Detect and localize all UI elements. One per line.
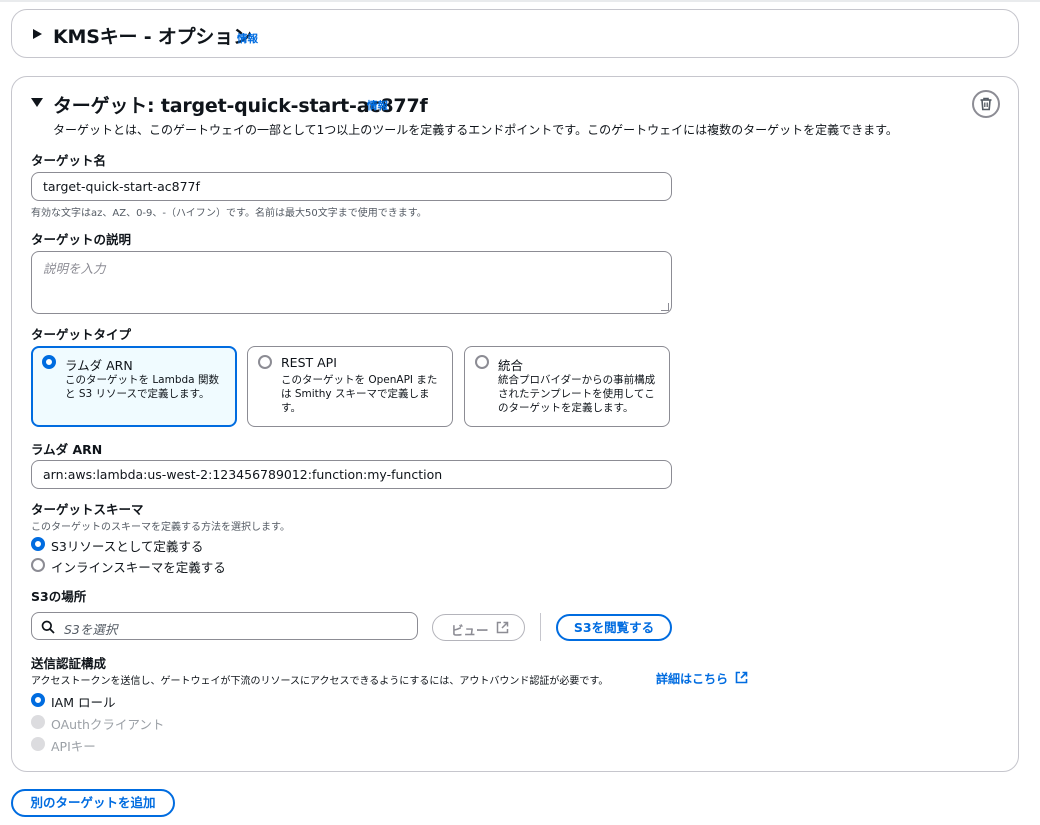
tile-description: 統合プロバイダーからの事前構成されたテンプレートを使用してこのターゲットを定義し… <box>498 374 656 414</box>
kms-key-panel: KMSキー - オプション 情報 <box>11 9 1019 58</box>
target-name-input[interactable]: target-quick-start-ac877f <box>31 172 672 201</box>
target-description-label: ターゲットの説明 <box>31 232 132 247</box>
remove-target-button[interactable] <box>972 90 1000 118</box>
radio-disabled-icon <box>31 715 45 729</box>
s3-search-placeholder: S3を選択 <box>64 622 118 637</box>
radio-selected-icon[interactable] <box>31 693 45 707</box>
target-schema-label: ターゲットスキーマ <box>31 502 144 517</box>
radio-selected-icon[interactable] <box>42 355 56 369</box>
external-link-icon <box>496 621 509 634</box>
target-name-hint: 有効な文字はaz、AZ、0-9、-（ハイフン）です。名前は最大50文字まで使用で… <box>31 208 427 219</box>
external-link-icon[interactable] <box>735 671 748 684</box>
kms-section-title[interactable]: KMSキー - オプション <box>53 22 252 49</box>
target-type-label: ターゲットタイプ <box>31 327 132 342</box>
option-label: IAM ロール <box>51 695 116 710</box>
option-label: インラインスキーマを定義する <box>51 560 226 575</box>
outbound-auth-hint: アクセストークンを送信し、ゲートウェイが下流のリソースにアクセスできるようにする… <box>31 676 609 687</box>
s3-location-label: S3の場所 <box>31 589 87 604</box>
lambda-arn-input[interactable]: arn:aws:lambda:us-west-2:123456789012:fu… <box>31 460 672 489</box>
learn-more-link[interactable]: 詳細はこちら <box>656 670 728 687</box>
radio-disabled-icon <box>31 737 45 751</box>
browse-s3-button[interactable]: S3を閲覧する <box>556 614 672 641</box>
top-divider <box>0 0 1040 2</box>
option-label: S3リソースとして定義する <box>51 539 204 554</box>
target-description-textarea[interactable]: 説明を入力 <box>31 251 672 314</box>
radio-selected-icon[interactable] <box>31 537 45 551</box>
tile-title: ラムダ ARN <box>65 358 133 373</box>
target-schema-hint: このターゲットのスキーマを定義する方法を選択します。 <box>31 522 290 533</box>
kms-info-link[interactable]: 情報 <box>237 31 258 46</box>
target-panel: ターゲット: target-quick-start-ac877f 情報 ターゲッ… <box>11 76 1019 772</box>
add-another-target-button[interactable]: 別のターゲットを追加 <box>11 789 175 817</box>
target-type-integration-tile[interactable]: 統合 統合プロバイダーからの事前構成されたテンプレートを使用してこのターゲットを… <box>464 346 670 427</box>
target-type-lambda-tile[interactable]: ラムダ ARN このターゲットを Lambda 関数と S3 リソースで定義しま… <box>31 346 237 427</box>
outbound-auth-label: 送信認証構成 <box>31 656 107 671</box>
option-label: OAuthクライアント <box>51 717 165 732</box>
s3-search-input[interactable]: S3を選択 <box>31 612 418 640</box>
view-button-label: ビュー <box>451 623 489 638</box>
target-info-link[interactable]: 情報 <box>367 98 388 113</box>
target-description-placeholder: 説明を入力 <box>43 261 106 276</box>
target-description-text: ターゲットとは、このゲートウェイの一部として1つ以上のツールを定義するエンドポイ… <box>53 123 898 137</box>
tile-title: 統合 <box>498 358 524 373</box>
caret-down-icon[interactable] <box>31 98 43 107</box>
target-name-label: ターゲット名 <box>31 153 107 168</box>
search-icon <box>41 620 55 634</box>
tile-description: このターゲットを Lambda 関数と S3 リソースで定義します。 <box>65 374 219 400</box>
option-label: APIキー <box>51 739 96 754</box>
target-type-rest-api-tile[interactable]: REST API このターゲットを OpenAPI または Smithy スキー… <box>247 346 453 427</box>
tile-title: REST API <box>281 355 337 370</box>
radio-icon[interactable] <box>31 558 45 572</box>
resize-handle-icon[interactable] <box>661 303 669 311</box>
radio-icon[interactable] <box>258 355 272 369</box>
view-button[interactable]: ビュー <box>432 614 525 641</box>
button-divider <box>540 613 541 641</box>
lambda-arn-label: ラムダ ARN <box>31 442 103 457</box>
trash-icon <box>980 97 992 111</box>
radio-icon[interactable] <box>475 355 489 369</box>
tile-description: このターゲットを OpenAPI または Smithy スキーマで定義します。 <box>281 374 438 414</box>
caret-right-icon[interactable] <box>33 29 42 39</box>
